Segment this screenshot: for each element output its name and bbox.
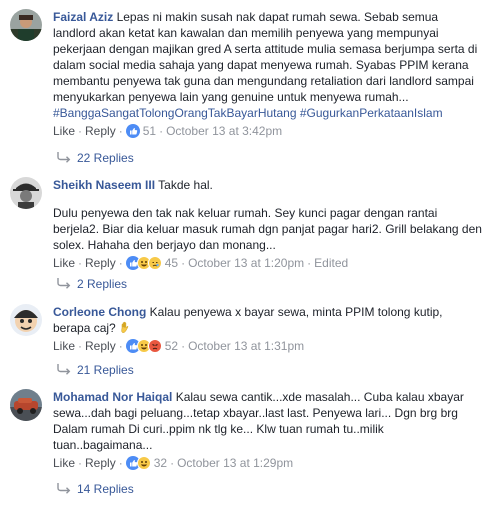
comment-text-paragraph: Dulu penyewa den tak nak keluar rumah. S…: [53, 206, 482, 252]
reaction-icons[interactable]: [125, 256, 162, 270]
timestamp[interactable]: October 13 at 3:42pm: [166, 124, 282, 138]
like-reaction-icon[interactable]: [125, 124, 140, 138]
reply-link[interactable]: Reply: [85, 124, 116, 138]
commenter-name[interactable]: Mohamad Nor Haiqal: [53, 390, 172, 404]
reply-link[interactable]: Reply: [85, 456, 116, 470]
avatar[interactable]: [10, 9, 42, 41]
reply-arrow-icon: [57, 151, 71, 163]
reaction-count[interactable]: 52: [165, 339, 178, 353]
reply-arrow-icon: [57, 277, 71, 289]
timestamp[interactable]: October 13 at 1:20pm: [188, 256, 304, 270]
like-link[interactable]: Like: [53, 339, 75, 353]
reaction-count[interactable]: 32: [154, 456, 167, 470]
commenter-name[interactable]: Sheikh Naseem III: [53, 178, 155, 192]
commenter-name[interactable]: Corleone Chong: [53, 305, 146, 319]
hashtags[interactable]: #BanggaSangatTolongOrangTakBayarHutang #…: [53, 106, 443, 120]
comment-actions: Like · Reply · 45 · October 13 at 1:20pm · Edite…: [53, 256, 349, 270]
comment-actions: Like · Reply · 51 · October 13 at 3:42pm: [53, 124, 283, 138]
reply-arrow-icon: [57, 482, 71, 494]
timestamp[interactable]: October 13 at 1:29pm: [177, 456, 293, 470]
like-link[interactable]: Like: [53, 456, 75, 470]
reaction-count[interactable]: 45: [165, 256, 178, 270]
comment-actions: Like · Reply · 52 · October 13 at 1:31pm: [53, 339, 305, 353]
avatar[interactable]: [10, 304, 42, 336]
like-link[interactable]: Like: [53, 256, 75, 270]
comment-text: Takde hal.: [158, 178, 213, 192]
reply-link[interactable]: Reply: [85, 256, 116, 270]
timestamp[interactable]: October 13 at 1:31pm: [188, 339, 304, 353]
avatar[interactable]: [10, 389, 42, 421]
comment-actions: Like · Reply · 32 · October 13 at 1:29pm: [53, 456, 294, 470]
reaction-icons[interactable]: [125, 339, 162, 353]
reaction-icons[interactable]: [125, 456, 151, 470]
view-replies-link[interactable]: 2 Replies: [57, 276, 127, 292]
view-replies-link[interactable]: 22 Replies: [57, 150, 134, 166]
reaction-count[interactable]: 51: [143, 124, 156, 138]
comment-text: Lepas ni makin susah nak dapat rumah sew…: [53, 10, 478, 104]
view-replies-link[interactable]: 21 Replies: [57, 362, 134, 378]
avatar[interactable]: [10, 177, 42, 209]
raised-hand-emoji-icon: [119, 320, 133, 334]
edited-label[interactable]: Edited: [314, 256, 348, 270]
reply-arrow-icon: [57, 363, 71, 375]
like-link[interactable]: Like: [53, 124, 75, 138]
view-replies-link[interactable]: 14 Replies: [57, 481, 134, 497]
reply-link[interactable]: Reply: [85, 339, 116, 353]
commenter-name[interactable]: Faizal Aziz: [53, 10, 113, 24]
